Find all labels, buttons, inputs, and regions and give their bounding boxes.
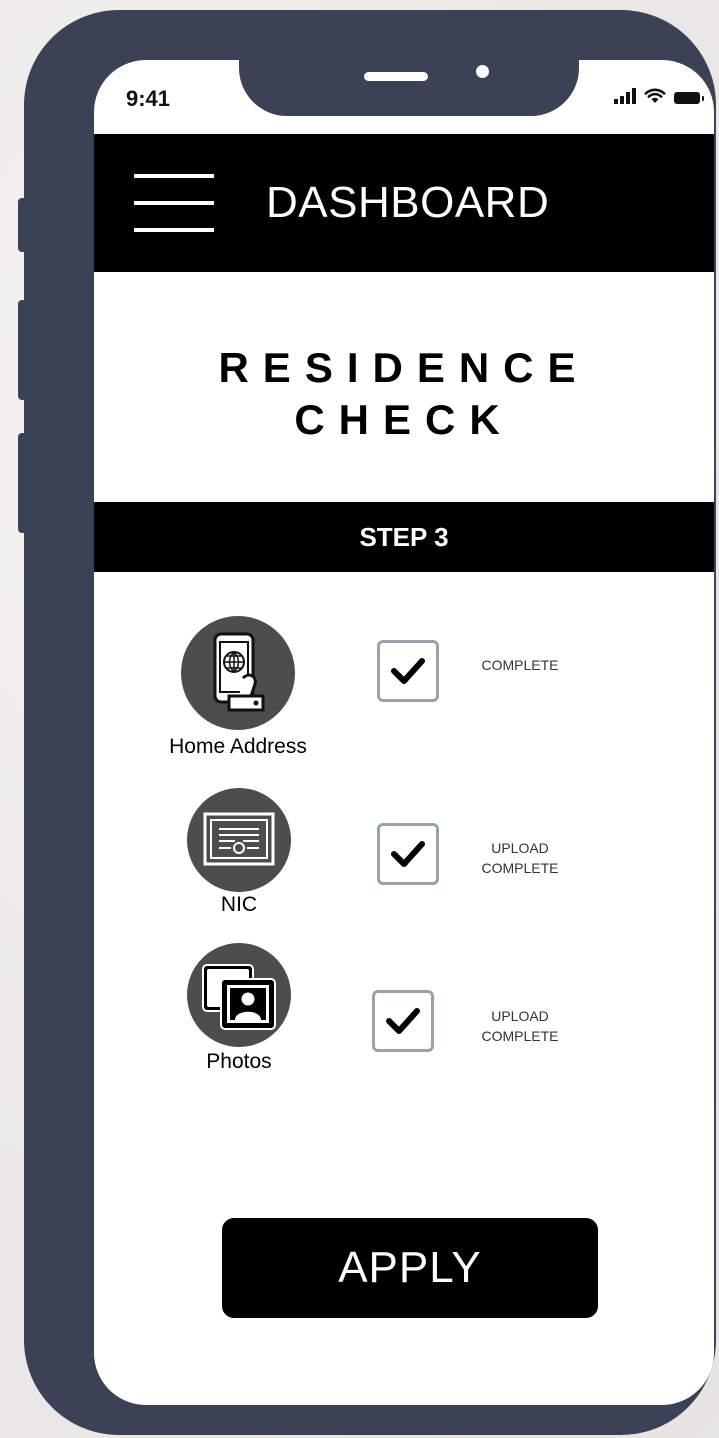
photos-label: Photos	[206, 1050, 272, 1073]
photos-status-line-2: COMPLETE	[481, 1028, 559, 1044]
menu-icon[interactable]	[134, 174, 214, 232]
page-title: RESIDENCE CHECK	[94, 342, 714, 446]
header-title: DASHBOARD	[266, 178, 550, 227]
apply-button[interactable]: APPLY	[222, 1218, 598, 1318]
photos-status-line-1: UPLOAD	[491, 1008, 549, 1024]
photos-checkbox[interactable]	[372, 990, 434, 1052]
phone-frame: 9:41 DASHBOARD RESIDENCE CHECK STEP 3 Ho…	[24, 10, 716, 1435]
home-address-label: Home Address	[169, 735, 307, 758]
page-title-line-2: CHECK	[294, 396, 514, 443]
home-address-status-line: COMPLETE	[481, 657, 559, 673]
nic-status-line-1: UPLOAD	[491, 840, 549, 856]
home-address-checkbox[interactable]	[377, 640, 439, 702]
battery-icon	[674, 92, 704, 104]
id-card-icon	[187, 788, 291, 892]
status-icons	[614, 88, 704, 104]
photos-status: UPLOAD COMPLETE	[460, 1006, 580, 1046]
wifi-icon	[644, 88, 666, 103]
nic-status: UPLOAD COMPLETE	[460, 838, 580, 878]
cellular-signal-icon	[614, 88, 636, 104]
notch	[239, 60, 579, 116]
app-header: DASHBOARD	[94, 134, 714, 272]
front-camera	[476, 65, 489, 78]
speaker	[364, 72, 428, 81]
page-title-line-1: RESIDENCE	[218, 344, 590, 391]
nic-status-line-2: COMPLETE	[481, 860, 559, 876]
phone-screen: 9:41 DASHBOARD RESIDENCE CHECK STEP 3 Ho…	[94, 60, 714, 1405]
step-indicator: STEP 3	[94, 502, 714, 572]
nic-label: NIC	[220, 893, 258, 916]
mobile-passport-icon	[181, 616, 295, 730]
status-time: 9:41	[126, 86, 171, 111]
home-address-status: COMPLETE	[460, 655, 580, 675]
photos-icon	[187, 943, 291, 1047]
nic-checkbox[interactable]	[377, 823, 439, 885]
